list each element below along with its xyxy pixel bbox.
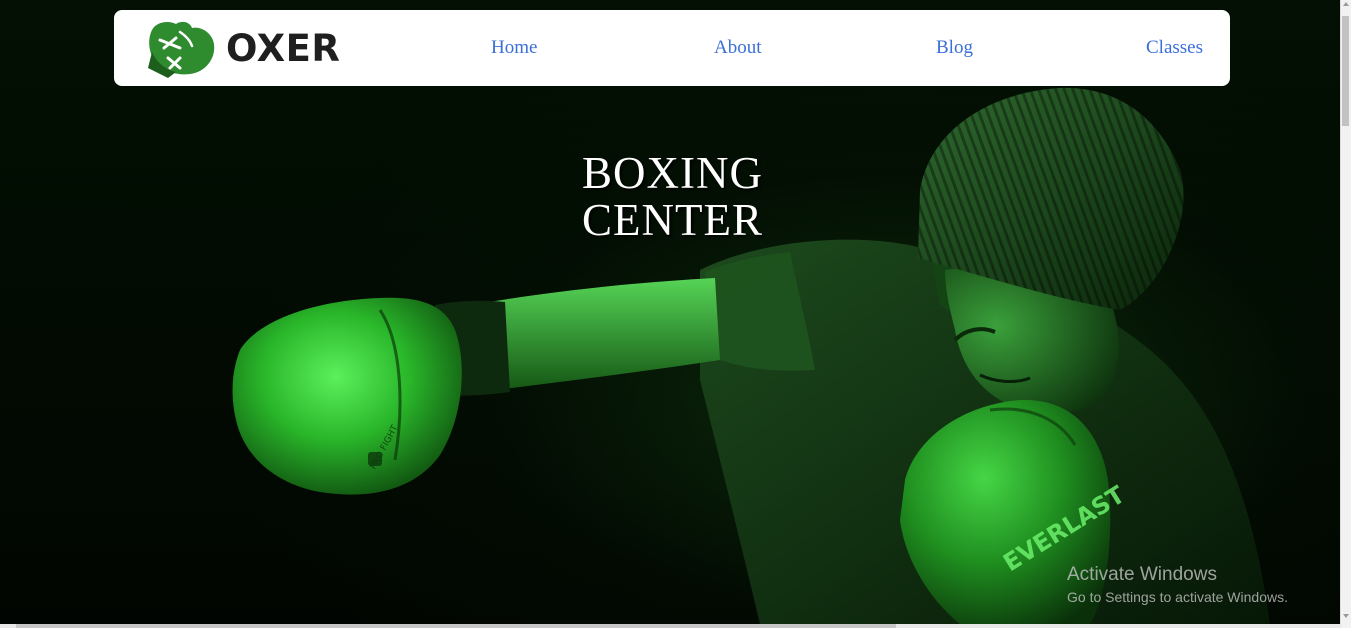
- nav-link-classes[interactable]: Classes: [1146, 37, 1203, 59]
- watermark-title: Activate Windows: [1067, 564, 1217, 585]
- hero-title: BOXING CENTER: [540, 150, 805, 244]
- boxing-glove-icon: [148, 21, 215, 78]
- scroll-down-arrow-icon[interactable]: [1343, 614, 1349, 618]
- page: PRO FIGHT EVERLAST OXER Home About Blog …: [0, 0, 1351, 628]
- brand-name: OXER: [226, 26, 341, 70]
- hero-title-line-1: BOXING: [582, 148, 763, 198]
- horizontal-scrollbar[interactable]: [0, 624, 1341, 628]
- horizontal-scrollbar-thumb[interactable]: [16, 624, 896, 628]
- top-navbar: OXER Home About Blog Classes: [114, 10, 1230, 86]
- hero-title-line-2: CENTER: [582, 195, 763, 245]
- os-activation-watermark: Activate Windows Go to Settings to activ…: [1067, 563, 1288, 607]
- brand-logo[interactable]: OXER: [146, 18, 340, 78]
- nav-link-blog[interactable]: Blog: [936, 37, 973, 59]
- hero-image: PRO FIGHT EVERLAST: [232, 87, 1270, 624]
- watermark-subtitle: Go to Settings to activate Windows.: [1067, 589, 1288, 605]
- nav-link-about[interactable]: About: [714, 37, 762, 59]
- scroll-up-arrow-icon[interactable]: [1343, 2, 1349, 6]
- nav-link-home[interactable]: Home: [491, 37, 537, 59]
- scrollbar-thumb[interactable]: [1342, 16, 1349, 126]
- vertical-scrollbar[interactable]: [1340, 0, 1351, 628]
